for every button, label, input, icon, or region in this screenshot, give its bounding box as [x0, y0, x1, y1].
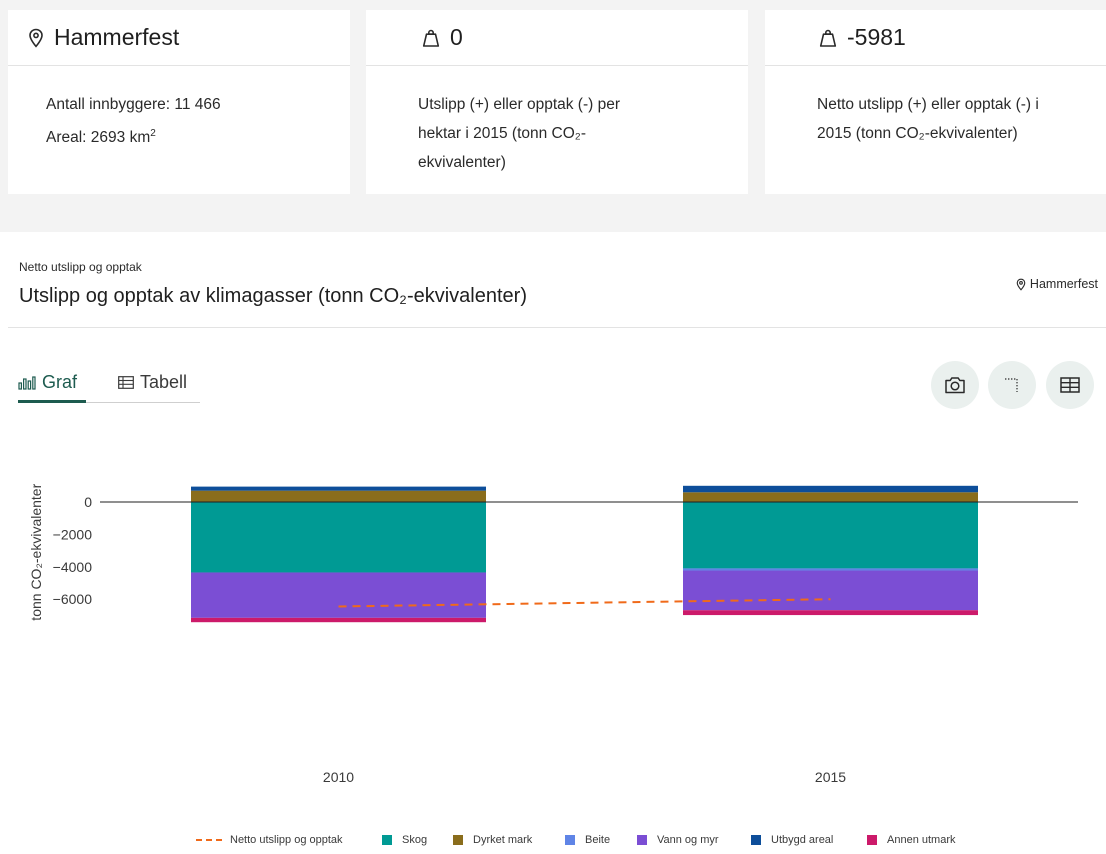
- legend-item-utbygd-areal[interactable]: Utbygd areal: [751, 834, 833, 846]
- area-text: Areal: 2693 km2: [46, 119, 221, 152]
- legend-label: Dyrket mark: [473, 834, 533, 846]
- location-pin-icon: [1016, 278, 1026, 291]
- area-value: Areal: 2693 km: [46, 129, 151, 147]
- municipality-card-header: Hammerfest: [8, 10, 350, 66]
- tab-tabell-label: Tabell: [140, 372, 188, 392]
- section-kicker: Netto utslipp og opptak: [19, 260, 142, 274]
- legend-swatch: [751, 835, 761, 845]
- legend-item-vann-og-myr[interactable]: Vann og myr: [637, 834, 719, 846]
- bar-chart-icon: [18, 375, 36, 390]
- summary-cards: Hammerfest Antall innbyggere: 11 466 Are…: [0, 0, 1106, 232]
- per-hectare-card-header: 0: [366, 10, 748, 66]
- net-emission-description: Netto utslipp (+) eller opptak (-) i 201…: [817, 90, 1039, 148]
- per-hectare-desc-line: ekvivalenter): [418, 154, 506, 171]
- bar-segment: [683, 502, 978, 569]
- population-text: Antall innbyggere: 11 466: [46, 96, 221, 113]
- camera-icon: [945, 377, 965, 394]
- section-title: Utslipp og opptak av klimagasser (tonn C…: [19, 285, 527, 307]
- legend-swatch: [565, 835, 575, 845]
- chart-legend: Netto utslipp og opptak Skog Dyrket mark…: [0, 834, 1106, 854]
- legend-label: Beite: [585, 834, 611, 846]
- legend-label: Skog: [402, 834, 428, 846]
- net-emission-desc-line: Netto utslipp (+) eller opptak (-) i: [817, 96, 1039, 113]
- table-icon: [1060, 377, 1080, 393]
- y-tick-label: −6000: [53, 591, 93, 607]
- per-hectare-value: 0: [450, 24, 463, 50]
- legend-swatch: [453, 835, 463, 845]
- tab-graf[interactable]: Graf: [18, 372, 77, 393]
- emissions-chart: 0 −2000 −4000 −6000 tonn CO₂-ekvivalenter 201…: [28, 483, 1078, 785]
- net-emission-value: -5981: [847, 24, 906, 50]
- download-image-button[interactable]: [931, 361, 979, 409]
- bar-segment: [683, 610, 978, 616]
- weight-icon: [422, 28, 440, 48]
- net-emission-card-header: -5981: [765, 10, 1106, 66]
- bar-segment: [191, 486, 486, 491]
- bar-segment: [191, 502, 486, 573]
- bar-segment: [683, 568, 978, 571]
- per-hectare-desc-line: Utslipp (+) eller opptak (-) per: [418, 96, 620, 113]
- per-hectare-desc-line: hektar i 2015 (tonn CO₂-: [418, 125, 586, 142]
- bar-segment: [191, 617, 486, 623]
- net-emission-card: -5981 Netto utslipp (+) eller opptak (-)…: [765, 10, 1106, 194]
- per-hectare-card: 0 Utslipp (+) eller opptak (-) per hekta…: [366, 10, 748, 194]
- table-view-button[interactable]: [1046, 361, 1094, 409]
- bar-segment: [683, 570, 978, 611]
- legend-item-annen-utmark[interactable]: Annen utmark: [867, 834, 955, 846]
- per-hectare-description: Utslipp (+) eller opptak (-) per hektar …: [418, 90, 620, 177]
- active-tab-indicator: [18, 400, 86, 403]
- bar-segment: [191, 490, 486, 502]
- municipality-card: Hammerfest Antall innbyggere: 11 466 Are…: [8, 10, 350, 194]
- table-icon: [118, 376, 134, 389]
- y-tick-label: −4000: [53, 559, 93, 575]
- tab-graf-label: Graf: [42, 372, 78, 392]
- bar-segment: [191, 572, 486, 618]
- legend-dash-swatch: [196, 839, 222, 841]
- x-tick-label: 2010: [323, 769, 354, 785]
- legend-label: Vann og myr: [657, 834, 719, 846]
- legend-label: Netto utslipp og opptak: [230, 834, 343, 846]
- view-tabs: Graf Tabell: [18, 370, 200, 403]
- legend-item-netto[interactable]: Netto utslipp og opptak: [196, 834, 343, 846]
- x-tick-label: 2015: [815, 769, 846, 785]
- y-tick-label: −2000: [53, 526, 93, 542]
- legend-item-beite[interactable]: Beite: [565, 834, 610, 846]
- tab-tabell[interactable]: Tabell: [118, 372, 187, 393]
- legend-label: Annen utmark: [887, 834, 956, 846]
- weight-icon: [819, 28, 837, 48]
- legend-item-skog[interactable]: Skog: [382, 834, 427, 846]
- legend-item-dyrket-mark[interactable]: Dyrket mark: [453, 834, 532, 846]
- net-emission-desc-line: 2015 (tonn CO₂-ekvivalenter): [817, 125, 1018, 142]
- municipality-facts: Antall innbyggere: 11 466 Areal: 2693 km…: [46, 90, 221, 152]
- municipality-name: Hammerfest: [54, 24, 180, 50]
- section-location-name: Hammerfest: [1029, 277, 1098, 291]
- bar-segment: [683, 492, 978, 502]
- area-unit-sup: 2: [150, 128, 156, 139]
- location-pin-icon: [28, 28, 44, 48]
- legend-swatch: [382, 835, 392, 845]
- y-tick-label: 0: [84, 494, 92, 510]
- filter-icon: [1005, 378, 1018, 392]
- section-location: Hammerfest: [1016, 277, 1098, 291]
- y-axis-label: tonn CO₂-ekvivalenter: [28, 483, 44, 620]
- legend-swatch: [867, 835, 877, 845]
- bar-segment: [683, 485, 978, 493]
- legend-swatch: [637, 835, 647, 845]
- filter-button[interactable]: [988, 361, 1036, 409]
- section-divider: [8, 327, 1106, 328]
- legend-label: Utbygd areal: [771, 834, 834, 846]
